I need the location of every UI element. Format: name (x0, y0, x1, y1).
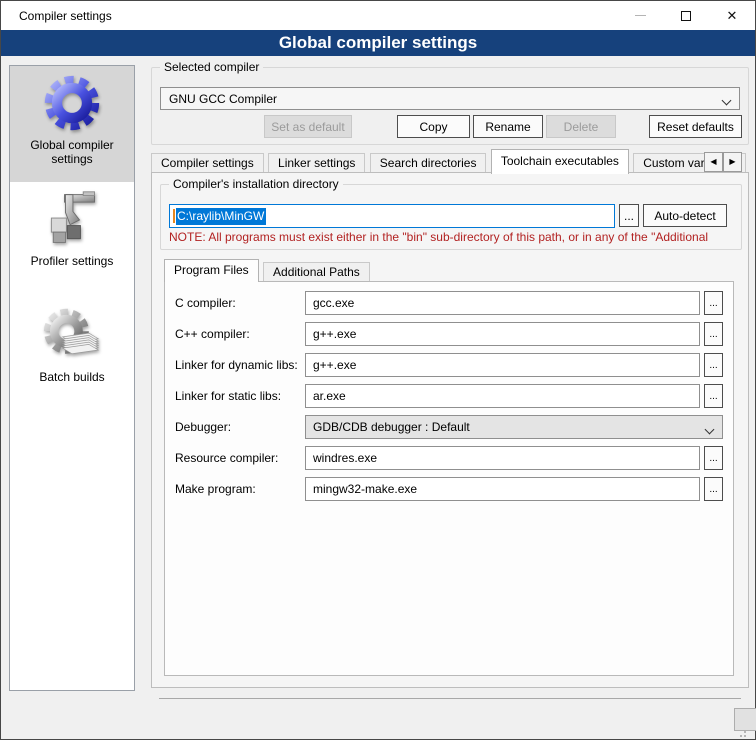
chevron-down-icon (722, 97, 730, 105)
field-value: g++.exe (313, 327, 356, 341)
installation-directory-group: Compiler's installation directory C:\ray… (160, 184, 742, 250)
arrow-left-icon: ◀ (710, 157, 716, 166)
field-value: gcc.exe (313, 296, 354, 310)
static-linker-input[interactable]: ar.exe (305, 384, 700, 408)
gray-gear-stack-icon (40, 303, 104, 367)
tab-toolchain-executables[interactable]: Toolchain executables (491, 149, 629, 174)
dynamic-linker-row: Linker for dynamic libs: g++.exe ... (175, 353, 723, 377)
field-label: Make program: (175, 482, 305, 496)
tab-program-files[interactable]: Program Files (164, 259, 259, 282)
tab-scroll-right-button[interactable]: ▶ (723, 152, 742, 172)
c-compiler-row: C compiler: gcc.exe ... (175, 291, 723, 315)
footer-divider (159, 698, 741, 699)
compiler-select[interactable]: GNU GCC Compiler (160, 87, 740, 110)
field-value: g++.exe (313, 358, 356, 372)
make-program-browse-button[interactable]: ... (704, 477, 723, 501)
field-label: C compiler: (175, 296, 305, 310)
toolchain-executables-page: Compiler's installation directory C:\ray… (151, 172, 749, 688)
cpp-compiler-browse-button[interactable]: ... (704, 322, 723, 346)
field-label: Linker for static libs: (175, 389, 305, 403)
delete-button: Delete (546, 115, 616, 138)
tab-linker-settings[interactable]: Linker settings (268, 153, 365, 174)
install-dir-note: NOTE: All programs must exist either in … (169, 230, 739, 244)
tab-scroll-left-button[interactable]: ◀ (704, 152, 723, 172)
maximize-icon (681, 11, 691, 21)
minimize-icon (635, 15, 646, 16)
settings-category-list: Global compiler settings (9, 65, 135, 691)
compiler-select-value: GNU GCC Compiler (169, 92, 277, 106)
field-label: Resource compiler: (175, 451, 305, 465)
cpp-compiler-row: C++ compiler: g++.exe ... (175, 322, 723, 346)
page-title: Global compiler settings (1, 30, 755, 56)
resource-compiler-browse-button[interactable]: ... (704, 446, 723, 470)
tab-compiler-settings[interactable]: Compiler settings (151, 153, 264, 174)
window-title: Compiler settings (1, 9, 112, 23)
make-program-input[interactable]: mingw32-make.exe (305, 477, 700, 501)
sidebar-item-batch-builds[interactable]: Batch builds (10, 298, 134, 414)
static-linker-row: Linker for static libs: ar.exe ... (175, 384, 723, 408)
close-icon: ✕ (727, 9, 738, 22)
sidebar-item-global-compiler-settings[interactable]: Global compiler settings (10, 66, 134, 182)
field-value: mingw32-make.exe (313, 482, 417, 496)
caption-buttons: ✕ (617, 1, 755, 30)
field-value: GDB/CDB debugger : Default (313, 420, 470, 434)
install-dir-browse-button[interactable]: ... (619, 204, 639, 227)
resize-grip[interactable] (737, 728, 747, 738)
program-files-panel: C compiler: gcc.exe ... C++ compiler: g+… (164, 281, 734, 676)
field-label: Debugger: (175, 420, 305, 434)
group-label: Compiler's installation directory (169, 177, 343, 191)
copy-button[interactable]: Copy (397, 115, 470, 138)
tab-search-directories[interactable]: Search directories (370, 153, 487, 174)
sidebar-item-label: Global compiler settings (10, 138, 134, 166)
install-dir-input[interactable]: C:\raylib\MinGW (169, 204, 615, 228)
sidebar-item-label: Profiler settings (27, 254, 118, 268)
compiler-settings-dialog: Compiler settings ✕ Global compiler sett… (0, 0, 756, 740)
maximize-button[interactable] (663, 1, 709, 30)
field-value: windres.exe (313, 451, 377, 465)
title-bar: Compiler settings ✕ (1, 1, 755, 30)
resource-compiler-input[interactable]: windres.exe (305, 446, 700, 470)
settings-tabbar: Compiler settings Linker settings Search… (151, 149, 749, 173)
main-panel: Selected compiler GNU GCC Compiler Set a… (151, 56, 749, 740)
static-linker-browse-button[interactable]: ... (704, 384, 723, 408)
close-button[interactable]: ✕ (709, 1, 755, 30)
sidebar-item-label: Batch builds (35, 370, 108, 384)
field-value: ar.exe (313, 389, 346, 403)
sidebar-item-profiler-settings[interactable]: Profiler settings (10, 182, 134, 298)
set-as-default-button: Set as default (264, 115, 352, 138)
installation-directory-row: C:\raylib\MinGW ... Auto-detect (169, 204, 733, 228)
c-compiler-browse-button[interactable]: ... (704, 291, 723, 315)
compiler-actions: Set as default Copy Rename Delete Reset … (160, 115, 740, 138)
caliper-icon (40, 187, 104, 251)
tab-additional-paths[interactable]: Additional Paths (263, 262, 370, 282)
field-label: C++ compiler: (175, 327, 305, 341)
group-label: Selected compiler (160, 60, 263, 74)
chevron-down-icon (705, 426, 713, 434)
arrow-right-icon: ▶ (729, 157, 735, 166)
dynamic-linker-input[interactable]: g++.exe (305, 353, 700, 377)
debugger-row: Debugger: GDB/CDB debugger : Default (175, 415, 723, 439)
text-caret (173, 209, 175, 223)
resource-compiler-row: Resource compiler: windres.exe ... (175, 446, 723, 470)
minimize-button[interactable] (617, 1, 663, 30)
autodetect-button[interactable]: Auto-detect (643, 204, 727, 227)
program-files-tabbar: Program Files Additional Paths (164, 259, 371, 281)
c-compiler-input[interactable]: gcc.exe (305, 291, 700, 315)
cpp-compiler-input[interactable]: g++.exe (305, 322, 700, 346)
make-program-row: Make program: mingw32-make.exe ... (175, 477, 723, 501)
selected-compiler-group: Selected compiler GNU GCC Compiler Set a… (151, 67, 749, 145)
dynamic-linker-browse-button[interactable]: ... (704, 353, 723, 377)
field-label: Linker for dynamic libs: (175, 358, 305, 372)
reset-defaults-button[interactable]: Reset defaults (649, 115, 742, 138)
rename-button[interactable]: Rename (473, 115, 543, 138)
blue-gear-icon (40, 71, 104, 135)
install-dir-value: C:\raylib\MinGW (176, 208, 266, 225)
dialog-body: Global compiler settings (1, 56, 755, 739)
debugger-select[interactable]: GDB/CDB debugger : Default (305, 415, 723, 439)
